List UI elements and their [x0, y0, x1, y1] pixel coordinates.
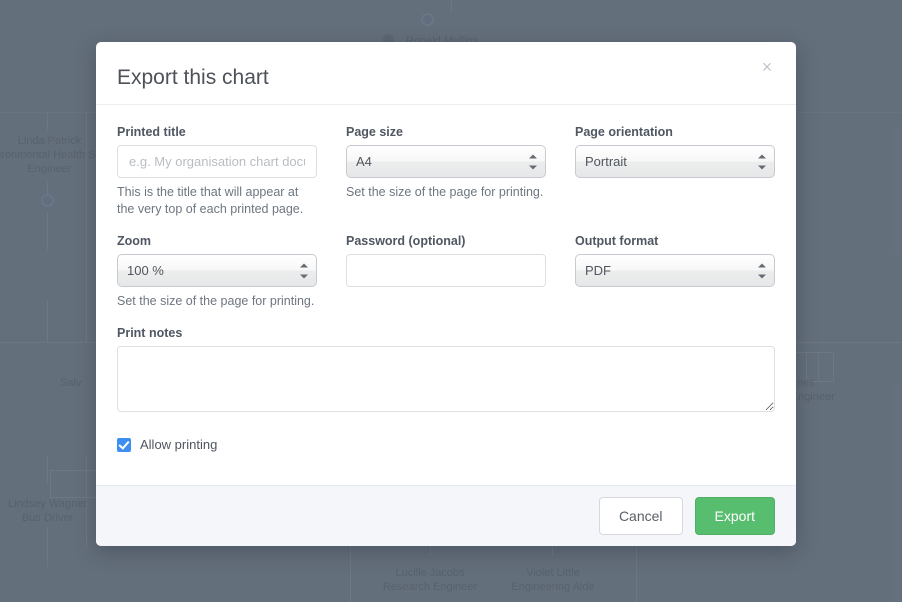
page-size-help: Set the size of the page for printing.	[346, 184, 546, 201]
output-format-label: Output format	[575, 234, 775, 248]
dialog-header: Export this chart ×	[96, 42, 796, 105]
password-input[interactable]	[346, 254, 546, 287]
page-orientation-select[interactable]: Portrait	[575, 145, 775, 178]
dialog-footer: Cancel Export	[96, 485, 796, 546]
zoom-select[interactable]: 100 %	[117, 254, 317, 287]
field-output-format: Output format PDF	[575, 234, 775, 310]
close-icon[interactable]: ×	[756, 56, 778, 78]
page-orientation-label: Page orientation	[575, 125, 775, 139]
printed-title-input[interactable]	[117, 145, 317, 178]
form-row-2: Zoom 100 % Set the size of the page for …	[117, 234, 775, 310]
dialog-title: Export this chart	[117, 66, 269, 90]
print-notes-textarea[interactable]	[117, 346, 775, 412]
field-printed-title: Printed title This is the title that wil…	[117, 125, 317, 218]
page-size-select[interactable]: A4	[346, 145, 546, 178]
field-page-orientation: Page orientation Portrait	[575, 125, 775, 218]
zoom-label: Zoom	[117, 234, 317, 248]
export-button[interactable]: Export	[695, 497, 775, 535]
export-chart-dialog: Export this chart × Printed title This i…	[96, 42, 796, 546]
password-label: Password (optional)	[346, 234, 546, 248]
printed-title-help: This is the title that will appear at th…	[117, 184, 317, 218]
field-page-size: Page size A4 Set the size of the page fo…	[346, 125, 546, 218]
field-zoom: Zoom 100 % Set the size of the page for …	[117, 234, 317, 310]
form-row-1: Printed title This is the title that wil…	[117, 125, 775, 218]
field-password: Password (optional)	[346, 234, 546, 310]
field-print-notes: Print notes	[117, 326, 775, 417]
page-size-label: Page size	[346, 125, 546, 139]
allow-printing-checkbox[interactable]	[117, 438, 131, 452]
print-notes-label: Print notes	[117, 326, 775, 340]
cancel-button[interactable]: Cancel	[599, 497, 683, 535]
field-allow-printing[interactable]: Allow printing	[117, 437, 775, 452]
output-format-select[interactable]: PDF	[575, 254, 775, 287]
dialog-body: Printed title This is the title that wil…	[96, 105, 796, 485]
zoom-help: Set the size of the page for printing.	[117, 293, 317, 310]
allow-printing-label[interactable]: Allow printing	[140, 437, 217, 452]
printed-title-label: Printed title	[117, 125, 317, 139]
